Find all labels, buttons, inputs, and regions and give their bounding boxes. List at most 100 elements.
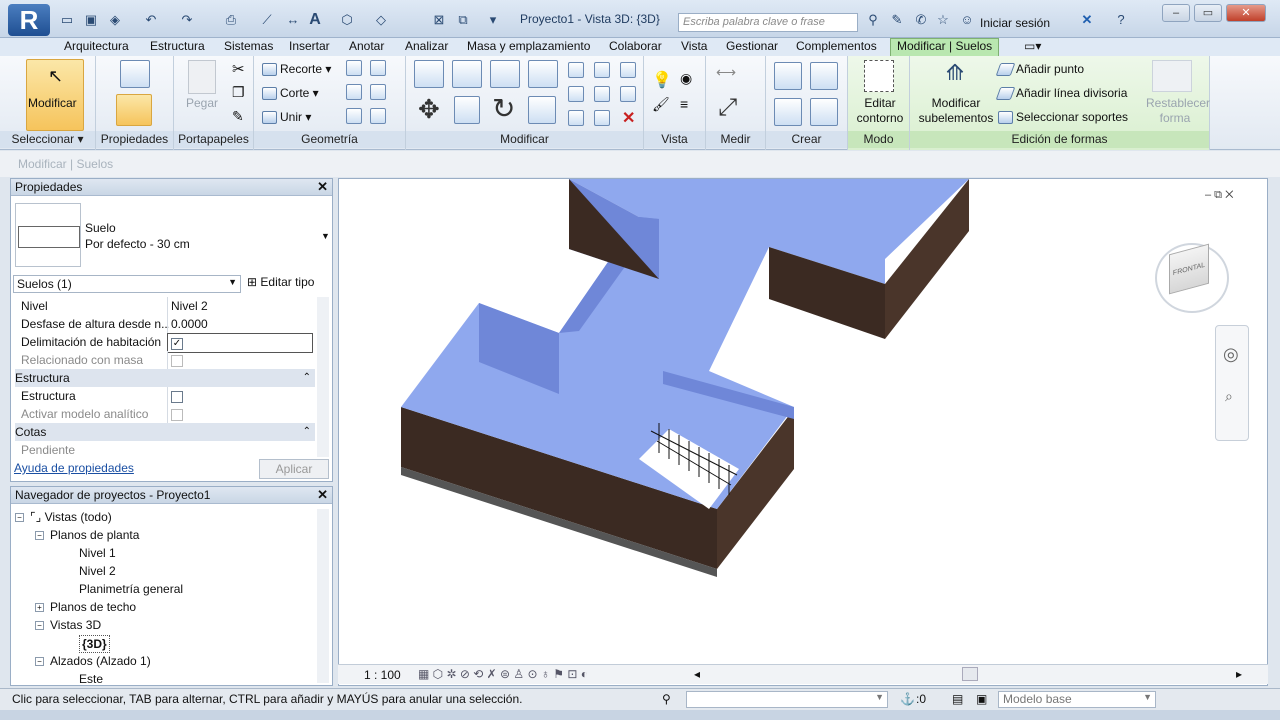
tab-gestionar[interactable]: Gestionar — [726, 39, 778, 53]
dimension-icon[interactable]: ↔ — [284, 12, 302, 28]
mirror-axis-icon[interactable] — [490, 60, 520, 88]
binoculars-icon[interactable]: ⚲ — [864, 12, 882, 28]
property-row[interactable]: Estructura — [15, 387, 315, 405]
section-icon[interactable]: ◇ — [372, 12, 390, 28]
type-properties-icon[interactable] — [120, 60, 150, 88]
minimize-button[interactable]: – — [1162, 4, 1190, 22]
create-group-icon[interactable] — [774, 98, 802, 126]
view-scale[interactable]: 1 : 100 — [364, 668, 401, 682]
collapse-icon[interactable]: − — [35, 531, 44, 541]
tree-nivel-2[interactable]: Nivel 2 — [79, 563, 116, 579]
paint-icon[interactable] — [370, 60, 386, 76]
collapse-icon[interactable]: − — [15, 513, 24, 523]
copy-element-icon[interactable] — [454, 96, 480, 124]
tab-sistemas[interactable]: Sistemas — [224, 39, 273, 53]
tree-3d-views[interactable]: − Vistas 3D — [35, 617, 101, 633]
rotate-icon[interactable]: ↻ — [492, 92, 515, 125]
properties-scrollbar[interactable] — [317, 297, 329, 457]
property-row[interactable]: Nivel Nivel 2 — [15, 297, 315, 315]
panel-display-icon[interactable]: ▭▾ — [1024, 39, 1041, 53]
collapse-icon[interactable]: ⌃ — [303, 423, 311, 441]
split-gap-icon[interactable] — [594, 62, 610, 78]
editar-contorno-button[interactable]: Editar contorno — [852, 96, 908, 126]
save-icon[interactable]: ▣ — [82, 12, 100, 28]
design-option-dropdown[interactable]: Modelo base ▼ — [998, 691, 1156, 708]
anadir-punto-button[interactable]: Añadir punto — [995, 60, 1084, 78]
view-controls-icons[interactable]: ▦ ⬡ ✲ ⊘ ⟲ ✗ ⊜ ♙ ⊙ ♁ ⚑ ⊡ ◐ — [418, 667, 588, 681]
split-face-icon[interactable] — [346, 84, 362, 100]
delete-icon[interactable]: ✕ — [622, 108, 635, 128]
anadir-linea-button[interactable]: Añadir línea divisoria — [995, 84, 1127, 102]
text-icon[interactable]: A — [306, 12, 324, 28]
paste-icon[interactable] — [188, 60, 216, 94]
move-icon[interactable]: ✥ — [418, 94, 440, 125]
group-cotas[interactable]: Cotas ⌃ — [15, 423, 315, 441]
sync-icon[interactable]: ◈ — [106, 12, 124, 28]
room-bounding-checkbox[interactable]: ✓ — [167, 333, 313, 353]
tab-analizar[interactable]: Analizar — [405, 39, 448, 53]
favorites-star-icon[interactable]: ☆ — [934, 12, 952, 28]
edit-boundary-icon[interactable] — [864, 60, 894, 92]
tab-complementos[interactable]: Complementos — [796, 39, 877, 53]
wall-joins-icon[interactable] — [346, 60, 362, 76]
customize-toolbar-icon[interactable]: ▾ — [484, 12, 502, 28]
group-estructura[interactable]: Estructura ⌃ — [15, 369, 315, 387]
tab-masa[interactable]: Masa y emplazamiento — [467, 39, 590, 53]
hide-icon[interactable]: ◉ — [680, 70, 692, 87]
tab-colaborar[interactable]: Colaborar — [609, 39, 662, 53]
tree-site-plan[interactable]: Planimetría general — [79, 581, 183, 597]
tab-vista[interactable]: Vista — [681, 39, 707, 53]
close-properties-icon[interactable]: ✕ — [317, 179, 328, 195]
checkbox-checked[interactable]: ✓ — [171, 337, 183, 350]
browser-scrollbar[interactable] — [317, 509, 329, 683]
expand-icon[interactable]: + — [35, 603, 44, 613]
tab-modificar-suelos[interactable]: Modificar | Suelos — [890, 38, 1000, 56]
tab-insertar[interactable]: Insertar — [289, 39, 330, 53]
tree-este[interactable]: Este — [79, 671, 103, 687]
open-icon[interactable]: ▭ — [58, 12, 76, 28]
property-row[interactable]: Desfase de altura desde n... 0.0000 — [15, 315, 315, 333]
cut-icon[interactable]: ✂ — [232, 60, 245, 78]
3d-view-icon[interactable]: ⬡ — [338, 12, 356, 28]
measure-icon[interactable]: ⟋ — [258, 12, 276, 28]
filter-icon[interactable]: ⚓ — [900, 692, 915, 706]
create-parts-icon[interactable] — [810, 62, 838, 90]
linework-icon[interactable]: ≡ — [680, 96, 688, 112]
exchange-apps-icon[interactable]: ✕ — [1078, 12, 1096, 28]
trim-multiple-icon[interactable] — [568, 110, 584, 126]
tab-anotar[interactable]: Anotar — [349, 39, 384, 53]
design-options-icon[interactable]: ▤ — [952, 692, 963, 706]
tree-nivel-1[interactable]: Nivel 1 — [79, 545, 116, 561]
close-hidden-icon[interactable]: ⊠ — [430, 12, 448, 28]
switch-windows-icon[interactable]: ⧉ — [454, 12, 472, 28]
close-button[interactable]: ✕ — [1226, 4, 1266, 22]
scroll-left-icon[interactable]: ◂ — [694, 667, 700, 681]
property-value[interactable]: 0.0000 — [167, 315, 313, 333]
steering-wheel-icon[interactable]: ◎ — [1223, 344, 1239, 365]
subscription-icon[interactable]: ✎ — [888, 12, 906, 28]
tree-ceiling-plans[interactable]: + Planos de techo — [35, 599, 136, 615]
tree-3d-active[interactable]: {3D} — [79, 635, 110, 653]
trim-extend-icon[interactable] — [528, 96, 556, 124]
ayuda-propiedades-link[interactable]: Ayuda de propiedades — [14, 461, 134, 475]
tree-floor-plans[interactable]: − Planos de planta — [35, 527, 139, 543]
sign-in-button[interactable]: Iniciar sesión — [980, 16, 1050, 30]
tab-estructura[interactable]: Estructura — [150, 39, 205, 53]
copy-icon[interactable]: ❐ — [232, 84, 245, 101]
print-icon[interactable]: ⎙ — [222, 12, 240, 28]
scale-icon[interactable] — [594, 86, 610, 102]
horizontal-scrollbar-thumb[interactable] — [962, 667, 978, 681]
collapse-icon[interactable]: − — [35, 657, 44, 667]
mirror-draw-icon[interactable] — [528, 60, 558, 88]
pin-icon[interactable] — [620, 62, 636, 78]
property-value[interactable]: Nivel 2 — [167, 297, 313, 315]
seleccionar-soportes-button[interactable]: Seleccionar soportes — [998, 108, 1128, 126]
collapse-icon[interactable]: ⌃ — [303, 369, 311, 387]
property-value[interactable] — [167, 387, 313, 405]
checkbox-unchecked[interactable] — [171, 390, 183, 403]
trim-single-icon[interactable] — [594, 110, 610, 126]
measure-between-icon[interactable]: ⟷ — [716, 64, 736, 81]
recorte-button[interactable]: Recorte ▾ — [262, 60, 331, 78]
match-type-icon[interactable]: ✎ — [232, 108, 244, 125]
align-icon[interactable] — [414, 60, 444, 88]
